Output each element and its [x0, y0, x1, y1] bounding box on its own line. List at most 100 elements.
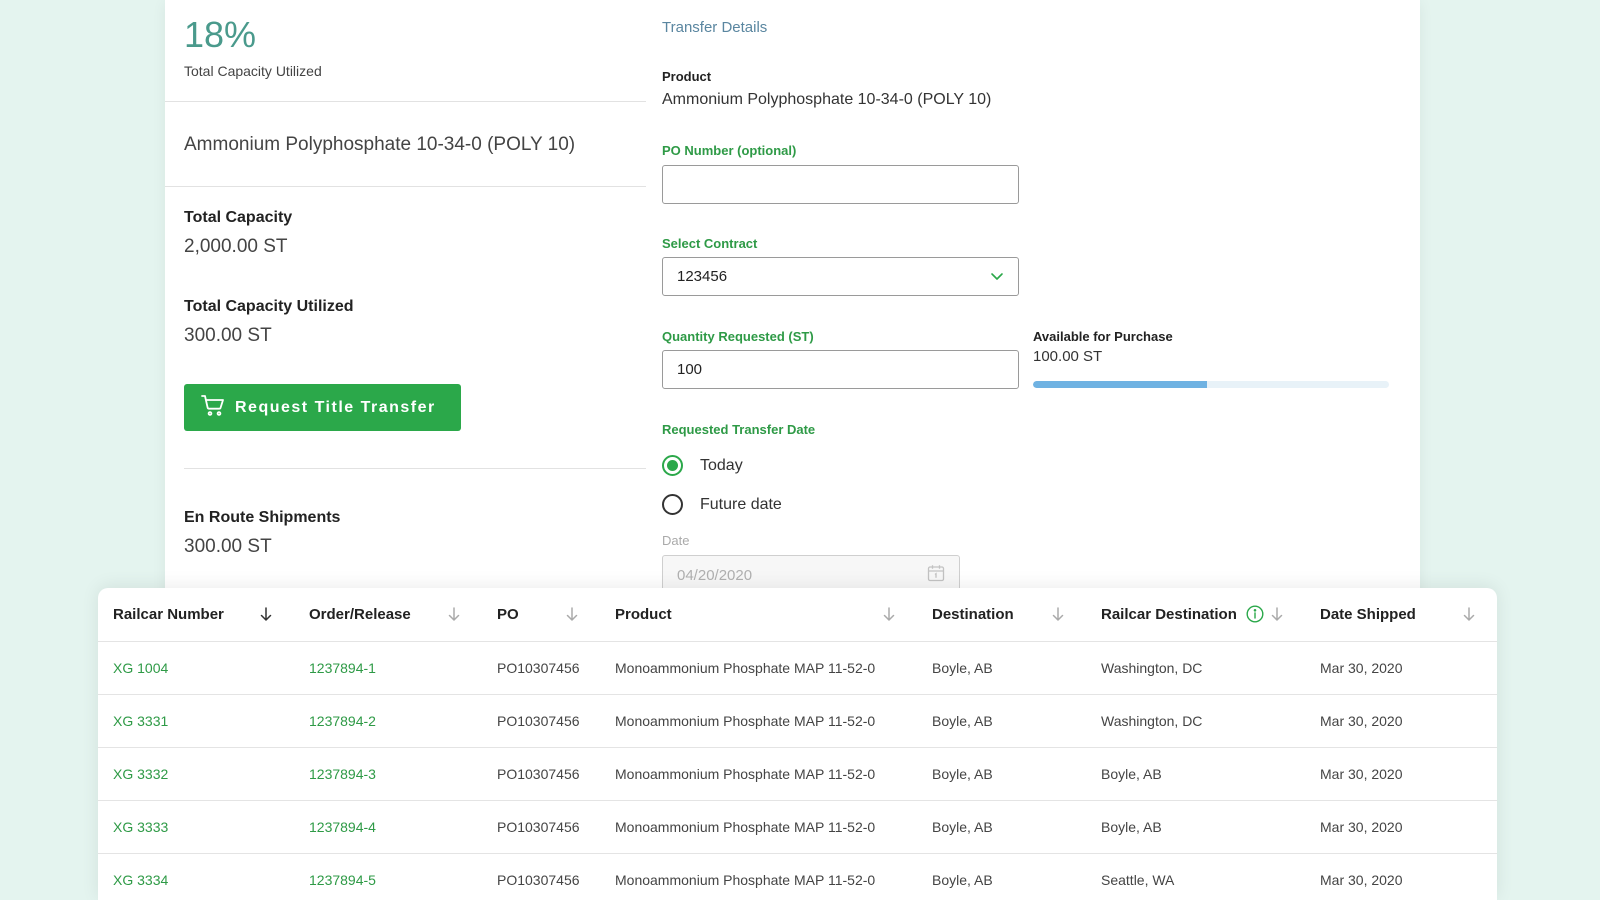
po-cell: PO10307456	[482, 694, 600, 748]
sort-arrow-icon[interactable]	[260, 607, 272, 621]
sort-arrow-icon[interactable]	[883, 607, 895, 621]
table-row: XG 3334 1237894-5 PO10307456 Monoammoniu…	[98, 853, 1497, 900]
request-title-transfer-button[interactable]: Request Title Transfer	[184, 384, 461, 431]
utilization-percentage: 18%	[184, 14, 257, 55]
product-cell: Monoammonium Phosphate MAP 11-52-0	[600, 694, 917, 748]
column-header-railcar-destination[interactable]: Railcar Destination	[1086, 588, 1305, 642]
destination-cell: Boyle, AB	[917, 853, 1086, 900]
railcar-number-link[interactable]: XG 1004	[98, 641, 294, 695]
order-release-link[interactable]: 1237894-1	[294, 641, 482, 695]
railcar-destination-cell: Boyle, AB	[1086, 747, 1305, 801]
sort-arrow-icon[interactable]	[1463, 607, 1475, 621]
date-label: Date	[662, 533, 690, 548]
destination-cell: Boyle, AB	[917, 747, 1086, 801]
cart-icon	[201, 394, 235, 421]
total-capacity-label: Total Capacity	[184, 209, 293, 226]
column-header-po[interactable]: PO	[482, 588, 600, 642]
railcar-number-link[interactable]: XG 3334	[98, 853, 294, 900]
chevron-down-icon	[990, 268, 1004, 285]
railcar-destination-cell: Boyle, AB	[1086, 800, 1305, 854]
product-label: Product	[662, 69, 712, 84]
sort-arrow-icon[interactable]	[1271, 607, 1283, 621]
request-button-label: Request Title Transfer	[235, 398, 436, 416]
en-route-value: 300.00 ST	[184, 536, 272, 557]
sort-arrow-icon[interactable]	[1052, 607, 1064, 621]
sort-arrow-icon[interactable]	[566, 607, 578, 621]
divider	[165, 186, 646, 187]
en-route-label: En Route Shipments	[184, 509, 341, 526]
summary-product-name: Ammonium Polyphosphate 10-34-0 (POLY 10)	[184, 134, 576, 155]
date-shipped-cell: Mar 30, 2020	[1305, 747, 1497, 801]
date-shipped-cell: Mar 30, 2020	[1305, 641, 1497, 695]
product-cell: Monoammonium Phosphate MAP 11-52-0	[600, 641, 917, 695]
product-cell: Monoammonium Phosphate MAP 11-52-0	[600, 853, 917, 900]
transfer-details-panel: Transfer Details Product Ammonium Polyph…	[646, 0, 1420, 600]
requested-transfer-date-label: Requested Transfer Date	[662, 422, 816, 437]
table-row: XG 3333 1237894-4 PO10307456 Monoammoniu…	[98, 800, 1497, 854]
capacity-utilized-label: Total Capacity Utilized	[184, 298, 354, 315]
column-header-product[interactable]: Product	[600, 588, 917, 642]
availability-progress-bar	[1033, 381, 1389, 388]
availability-progress-fill	[1033, 381, 1208, 388]
radio-unchecked-icon[interactable]	[662, 494, 683, 515]
destination-cell: Boyle, AB	[917, 694, 1086, 748]
total-capacity-value: 2,000.00 ST	[184, 236, 288, 257]
order-release-link[interactable]: 1237894-5	[294, 853, 482, 900]
divider	[165, 101, 646, 102]
po-number-input[interactable]	[662, 165, 1019, 204]
destination-cell: Boyle, AB	[917, 800, 1086, 854]
product-cell: Monoammonium Phosphate MAP 11-52-0	[600, 800, 917, 854]
railcar-destination-cell: Seattle, WA	[1086, 853, 1305, 900]
utilization-label: Total Capacity Utilized	[184, 63, 322, 79]
radio-today-label: Today	[700, 456, 743, 474]
title-transfer-card: 18% Total Capacity Utilized Ammonium Pol…	[165, 0, 1420, 600]
product-value: Ammonium Polyphosphate 10-34-0 (POLY 10)	[662, 91, 992, 108]
column-header-destination[interactable]: Destination	[917, 588, 1086, 642]
railcar-number-link[interactable]: XG 3332	[98, 747, 294, 801]
railcar-destination-cell: Washington, DC	[1086, 641, 1305, 695]
column-header-railcar-number[interactable]: Railcar Number	[98, 588, 294, 642]
railcar-number-link[interactable]: XG 3333	[98, 800, 294, 854]
table-row: XG 1004 1237894-1 PO10307456 Monoammoniu…	[98, 641, 1497, 695]
po-cell: PO10307456	[482, 641, 600, 695]
date-shipped-cell: Mar 30, 2020	[1305, 800, 1497, 854]
quantity-requested-label: Quantity Requested (ST)	[662, 329, 814, 344]
product-cell: Monoammonium Phosphate MAP 11-52-0	[600, 747, 917, 801]
capacity-utilized-value: 300.00 ST	[184, 325, 272, 346]
info-icon[interactable]	[1246, 605, 1264, 623]
radio-option-future-date[interactable]: Future date	[662, 494, 782, 515]
column-header-order-release[interactable]: Order/Release	[294, 588, 482, 642]
shipments-table: Railcar Number Order/Release PO Product …	[98, 588, 1497, 900]
po-cell: PO10307456	[482, 747, 600, 801]
table-header-row: Railcar Number Order/Release PO Product …	[98, 588, 1497, 642]
column-header-date-shipped[interactable]: Date Shipped	[1305, 588, 1497, 642]
shipments-table-card: Railcar Number Order/Release PO Product …	[98, 588, 1497, 900]
radio-future-label: Future date	[700, 495, 782, 513]
available-for-purchase-label: Available for Purchase	[1033, 329, 1173, 344]
po-number-label: PO Number (optional)	[662, 143, 797, 158]
calendar-icon	[927, 564, 945, 586]
order-release-link[interactable]: 1237894-4	[294, 800, 482, 854]
railcar-number-link[interactable]: XG 3331	[98, 694, 294, 748]
available-for-purchase-value: 100.00 ST	[1033, 348, 1103, 365]
destination-cell: Boyle, AB	[917, 641, 1086, 695]
transfer-details-title: Transfer Details	[662, 19, 768, 36]
radio-checked-icon[interactable]	[662, 455, 683, 476]
order-release-link[interactable]: 1237894-3	[294, 747, 482, 801]
order-release-link[interactable]: 1237894-2	[294, 694, 482, 748]
capacity-summary-panel: 18% Total Capacity Utilized Ammonium Pol…	[165, 0, 646, 600]
select-contract-label: Select Contract	[662, 236, 758, 251]
date-shipped-cell: Mar 30, 2020	[1305, 853, 1497, 900]
po-cell: PO10307456	[482, 800, 600, 854]
table-row: XG 3332 1237894-3 PO10307456 Monoammoniu…	[98, 747, 1497, 801]
railcar-destination-cell: Washington, DC	[1086, 694, 1305, 748]
table-row: XG 3331 1237894-2 PO10307456 Monoammoniu…	[98, 694, 1497, 748]
po-cell: PO10307456	[482, 853, 600, 900]
radio-option-today[interactable]: Today	[662, 455, 743, 476]
divider	[184, 468, 646, 469]
sort-arrow-icon[interactable]	[448, 607, 460, 621]
contract-selected-value: 123456	[677, 268, 728, 285]
contract-select[interactable]: 123456	[662, 257, 1019, 296]
date-placeholder: 04/20/2020	[677, 566, 753, 584]
quantity-requested-input[interactable]	[662, 350, 1019, 389]
